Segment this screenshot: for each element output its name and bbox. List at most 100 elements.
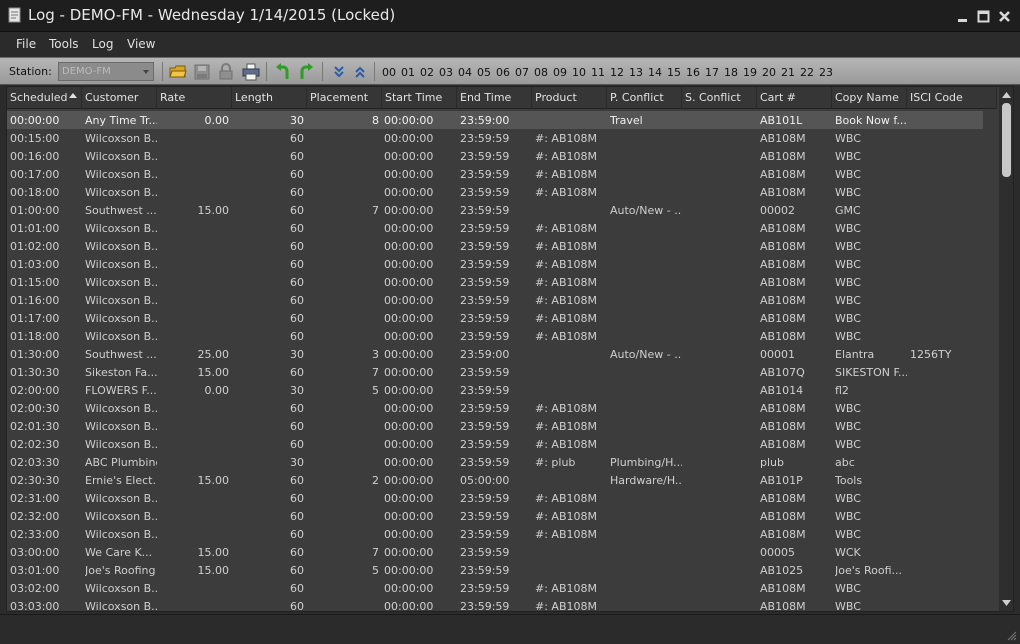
column-header-isci-code[interactable]: ISCI Code (907, 87, 997, 109)
vertical-scrollbar[interactable] (999, 87, 1013, 611)
menu-file[interactable]: File (16, 37, 36, 51)
hour-button-13[interactable]: 13 (629, 66, 643, 79)
column-header-copy-name[interactable]: Copy Name (832, 87, 907, 109)
hour-button-05[interactable]: 05 (477, 66, 491, 79)
column-header-customer[interactable]: Customer (82, 87, 157, 109)
resize-grip-icon[interactable] (1007, 631, 1017, 641)
menu-log[interactable]: Log (92, 37, 113, 51)
hour-button-23[interactable]: 23 (819, 66, 833, 79)
table-row[interactable]: 02:00:30 Wilcoxson B... 60 00:00:00 23:59:59… (7, 399, 983, 417)
hour-button-11[interactable]: 11 (591, 66, 605, 79)
hour-button-06[interactable]: 06 (496, 66, 510, 79)
scroll-thumb[interactable] (1002, 103, 1011, 177)
cell-end: 23:59:59 (460, 420, 510, 433)
cell-cart: AB108M (760, 420, 806, 433)
table-row[interactable]: 01:03:00 Wilcoxson B... 60 00:00:00 23:59:59… (7, 255, 983, 273)
column-header-product[interactable]: Product (532, 87, 607, 109)
cell-end: 23:59:59 (460, 564, 510, 577)
cell-end: 23:59:59 (460, 240, 510, 253)
table-row[interactable]: 01:02:00 Wilcoxson B... 60 00:00:00 23:59:59… (7, 237, 983, 255)
table-row[interactable]: 02:02:30 Wilcoxson B... 60 00:00:00 23:59:59… (7, 435, 983, 453)
table-row[interactable]: 01:30:30 Sikeston Fa... 15.00 60 7 00:00:00 23… (7, 363, 983, 381)
table-row[interactable]: 00:17:00 Wilcoxson B... 60 00:00:00 23:59:59… (7, 165, 983, 183)
column-header-s-conflict[interactable]: S. Conflict (682, 87, 757, 109)
table-row[interactable]: 01:30:00 Southwest ... 25.00 30 3 00:00:00 23:… (7, 345, 983, 363)
table-row[interactable]: 03:01:00 Joe's Roofing 15.00 60 5 00:00:00 23:… (7, 561, 983, 579)
column-header-cart[interactable]: Cart # (757, 87, 832, 109)
column-header-length[interactable]: Length (232, 87, 307, 109)
column-header-label: ISCI Code (910, 91, 963, 104)
table-row[interactable]: 00:15:00 Wilcoxson B... 60 00:00:00 23:59:59… (7, 129, 983, 147)
hour-button-21[interactable]: 21 (781, 66, 795, 79)
scroll-down-icon[interactable] (1001, 598, 1012, 608)
redo-icon[interactable] (297, 63, 315, 81)
table-row[interactable]: 01:17:00 Wilcoxson B... 60 00:00:00 23:59:59… (7, 309, 983, 327)
table-row[interactable]: 02:31:00 Wilcoxson B... 60 00:00:00 23:59:59… (7, 489, 983, 507)
table-row[interactable]: 01:16:00 Wilcoxson B... 60 00:00:00 23:59:59… (7, 291, 983, 309)
hour-button-22[interactable]: 22 (800, 66, 814, 79)
hour-button-08[interactable]: 08 (534, 66, 548, 79)
table-row[interactable]: 03:00:00 We Care K... 15.00 60 7 00:00:00 23:5… (7, 543, 983, 561)
column-header-p-conflict[interactable]: P. Conflict (607, 87, 682, 109)
table-row[interactable]: 02:30:30 Ernie's Elect... 15.00 60 2 00:00:00… (7, 471, 983, 489)
table-row[interactable]: 02:33:00 Wilcoxson B... 60 00:00:00 23:59:59… (7, 525, 983, 543)
hour-button-17[interactable]: 17 (705, 66, 719, 79)
menu-tools[interactable]: Tools (49, 37, 79, 51)
table-row[interactable]: 00:16:00 Wilcoxson B... 60 00:00:00 23:59:59… (7, 147, 983, 165)
toolbar-separator (266, 62, 267, 81)
hour-button-07[interactable]: 07 (515, 66, 529, 79)
column-header-start-time[interactable]: Start Time (382, 87, 457, 109)
table-row[interactable]: 01:18:00 Wilcoxson B... 60 00:00:00 23:59:59… (7, 327, 983, 345)
hour-button-03[interactable]: 03 (439, 66, 453, 79)
hour-button-10[interactable]: 10 (572, 66, 586, 79)
menu-view[interactable]: View (127, 37, 155, 51)
cell-rate: 15.00 (197, 564, 230, 577)
column-header-rate[interactable]: Rate (157, 87, 232, 109)
hour-button-02[interactable]: 02 (420, 66, 434, 79)
hour-button-04[interactable]: 04 (458, 66, 472, 79)
print-icon[interactable] (242, 63, 260, 81)
table-row[interactable]: 01:00:00 Southwest ... 15.00 60 7 00:00:00 23:… (7, 201, 983, 219)
cell-copy: WBC (835, 600, 861, 612)
table-row[interactable]: 03:02:00 Wilcoxson B... 60 00:00:00 23:59:59… (7, 579, 983, 597)
table-row[interactable]: 00:00:00 Any Time Tr... 0.00 30 8 00:00:00 23:… (7, 111, 983, 129)
hour-button-12[interactable]: 12 (610, 66, 624, 79)
column-header-placement[interactable]: Placement (307, 87, 382, 109)
station-select[interactable]: DEMO-FM (58, 62, 154, 81)
undo-icon[interactable] (274, 63, 292, 81)
sort-ascending-icon (69, 93, 77, 98)
hour-button-01[interactable]: 01 (401, 66, 415, 79)
hour-button-15[interactable]: 15 (667, 66, 681, 79)
lock-icon[interactable] (217, 63, 235, 81)
save-icon[interactable] (193, 63, 211, 81)
minimize-icon[interactable] (955, 9, 970, 24)
cell-copy: WBC (835, 240, 861, 253)
maximize-icon[interactable] (976, 9, 991, 24)
hour-button-00[interactable]: 00 (382, 66, 396, 79)
table-row[interactable]: 02:32:00 Wilcoxson B... 60 00:00:00 23:59:59… (7, 507, 983, 525)
table-row[interactable]: 00:18:00 Wilcoxson B... 60 00:00:00 23:59:59… (7, 183, 983, 201)
table-row[interactable]: 02:01:30 Wilcoxson B... 60 00:00:00 23:59:59… (7, 417, 983, 435)
column-header-scheduled[interactable]: Scheduled (7, 87, 82, 109)
expand-down-icon[interactable] (330, 63, 348, 81)
table-row[interactable]: 02:00:00 FLOWERS F... 0.00 30 5 00:00:00 23:59… (7, 381, 983, 399)
column-header-end-time[interactable]: End Time (457, 87, 532, 109)
table-row[interactable]: 02:03:30 ABC Plumbing 30 00:00:00 23:59:59 #:… (7, 453, 983, 471)
hour-button-20[interactable]: 20 (762, 66, 776, 79)
hour-button-19[interactable]: 19 (743, 66, 757, 79)
hour-button-14[interactable]: 14 (648, 66, 662, 79)
table-row[interactable]: 03:03:00 Wilcoxson B... 60 00:00:00 23:59:59… (7, 597, 983, 612)
table-row[interactable]: 01:01:00 Wilcoxson B... 60 00:00:00 23:59:59… (7, 219, 983, 237)
hour-button-16[interactable]: 16 (686, 66, 700, 79)
scroll-up-icon[interactable] (1001, 90, 1012, 100)
hour-button-18[interactable]: 18 (724, 66, 738, 79)
hour-button-09[interactable]: 09 (553, 66, 567, 79)
table-row[interactable]: 01:15:00 Wilcoxson B... 60 00:00:00 23:59:59… (7, 273, 983, 291)
collapse-up-icon[interactable] (351, 63, 369, 81)
cell-customer: Wilcoxson B... (85, 492, 157, 505)
cell-end: 23:59:59 (460, 330, 510, 343)
close-icon[interactable] (997, 9, 1012, 24)
cell-copy: WBC (835, 438, 861, 451)
open-folder-icon[interactable] (169, 63, 187, 81)
column-header-label: Scheduled (10, 91, 68, 104)
